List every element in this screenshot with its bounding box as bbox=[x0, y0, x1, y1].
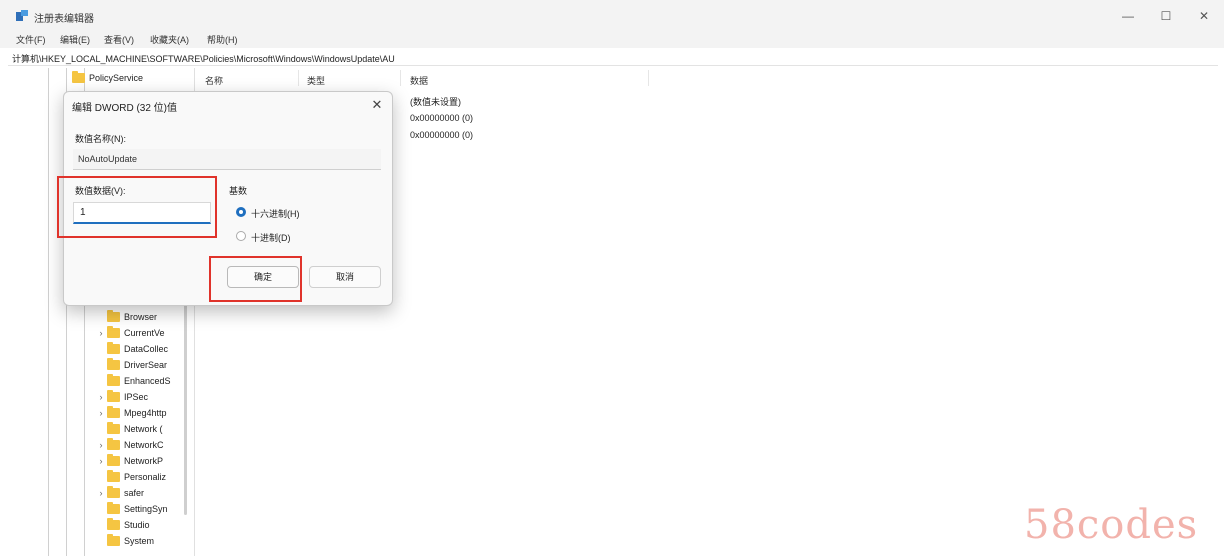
menu-view[interactable]: 查看(V) bbox=[104, 33, 134, 46]
chevron-right-icon[interactable]: › bbox=[97, 488, 105, 498]
folder-icon bbox=[107, 454, 120, 466]
folder-icon bbox=[107, 326, 120, 338]
folder-icon bbox=[107, 534, 120, 546]
tree-item[interactable]: Studio bbox=[97, 517, 171, 533]
folder-icon bbox=[107, 342, 120, 354]
base-group-label: 基数 bbox=[229, 186, 248, 196]
tree-item[interactable]: › NetworkP bbox=[97, 453, 171, 469]
menu-favorites[interactable]: 收藏夹(A) bbox=[150, 33, 189, 46]
tree-item[interactable]: SettingSyn bbox=[97, 501, 171, 517]
folder-icon bbox=[107, 422, 120, 434]
folder-icon bbox=[107, 406, 120, 418]
tree-item-label: DriverSear bbox=[124, 360, 168, 370]
tree-item-label: System bbox=[124, 536, 155, 546]
column-separator[interactable] bbox=[400, 70, 401, 86]
tree-item-policyservice[interactable]: PolicyService bbox=[62, 70, 143, 86]
folder-icon bbox=[107, 502, 120, 514]
folder-icon bbox=[107, 358, 120, 370]
column-separator[interactable] bbox=[298, 70, 299, 86]
menu-help[interactable]: 帮助(H) bbox=[207, 33, 238, 46]
tree-item[interactable]: › IPSec bbox=[97, 389, 171, 405]
radio-hexadecimal-label[interactable]: 十六进制(H) bbox=[251, 207, 300, 220]
column-header-data[interactable]: 数据 bbox=[410, 74, 428, 87]
tree-item[interactable]: › safer bbox=[97, 485, 171, 501]
tree-item-label: EnhancedS bbox=[124, 376, 171, 386]
radio-decimal-label[interactable]: 十进制(D) bbox=[251, 231, 291, 244]
tree-item-label: CurrentVe bbox=[124, 328, 165, 338]
chevron-right-icon[interactable]: › bbox=[97, 328, 105, 338]
tree-item-label: PolicyService bbox=[89, 73, 144, 83]
tree-item-label: DataCollec bbox=[124, 344, 169, 354]
tree-item-label: Personaliz bbox=[124, 472, 167, 482]
tree-item-label: Mpeg4http bbox=[124, 408, 167, 418]
tree-item[interactable]: DataCollec bbox=[97, 341, 171, 357]
chevron-right-icon[interactable]: › bbox=[97, 456, 105, 466]
minimize-button[interactable]: — bbox=[1118, 8, 1138, 24]
tree-item-label: Studio bbox=[124, 520, 150, 530]
tree-item[interactable]: EnhancedS bbox=[97, 373, 171, 389]
dialog-title: 编辑 DWORD (32 位)值 bbox=[72, 103, 177, 114]
cancel-button[interactable]: 取消 bbox=[309, 266, 381, 288]
tree-item-label: NetworkP bbox=[124, 456, 164, 466]
dialog-close-button[interactable]: ✕ bbox=[368, 96, 386, 114]
address-path[interactable]: 计算机\HKEY_LOCAL_MACHINE\SOFTWARE\Policies… bbox=[12, 52, 395, 65]
tree-item-label: SettingSyn bbox=[124, 504, 168, 514]
tree-item-label: safer bbox=[124, 488, 145, 498]
highlight-value-box bbox=[57, 176, 217, 238]
folder-icon bbox=[107, 374, 120, 386]
tree-scrollbar[interactable] bbox=[184, 300, 187, 515]
title-bar bbox=[0, 0, 1224, 30]
column-header-name[interactable]: 名称 bbox=[205, 74, 223, 87]
folder-icon bbox=[107, 470, 120, 482]
folder-icon bbox=[107, 390, 120, 402]
radio-hexadecimal[interactable] bbox=[236, 207, 246, 217]
chevron-right-icon[interactable]: › bbox=[97, 408, 105, 418]
tree-item-label: Network ( bbox=[124, 424, 163, 434]
folder-icon bbox=[107, 310, 120, 322]
registry-editor-icon bbox=[16, 10, 28, 21]
tree-item-label: NetworkC bbox=[124, 440, 164, 450]
column-header-type[interactable]: 类型 bbox=[307, 74, 325, 87]
chevron-right-icon[interactable]: › bbox=[97, 392, 105, 402]
window-title: 注册表编辑器 bbox=[34, 14, 94, 25]
tree-item[interactable]: Browser bbox=[97, 309, 171, 325]
value-row-data[interactable]: 0x00000000 (0) bbox=[410, 130, 473, 140]
folder-icon bbox=[107, 518, 120, 530]
maximize-button[interactable]: ☐ bbox=[1156, 8, 1176, 24]
chevron-right-icon[interactable]: › bbox=[97, 440, 105, 450]
tree-item-label: IPSec bbox=[124, 392, 149, 402]
tree-item[interactable]: DriverSear bbox=[97, 357, 171, 373]
highlight-ok-box bbox=[209, 256, 302, 302]
column-separator[interactable] bbox=[648, 70, 649, 86]
menu-edit[interactable]: 编辑(E) bbox=[60, 33, 90, 46]
radio-decimal[interactable] bbox=[236, 231, 246, 241]
tree-list: Browser › CurrentVe DataCollec DriverSear… bbox=[97, 309, 171, 549]
tree-item[interactable]: Network ( bbox=[97, 421, 171, 437]
value-name-label: 数值名称(N): bbox=[75, 134, 126, 144]
menu-file[interactable]: 文件(F) bbox=[16, 33, 46, 46]
watermark: 58codes bbox=[1024, 502, 1199, 548]
tree-item[interactable]: › Mpeg4http bbox=[97, 405, 171, 421]
tree-item[interactable]: Personaliz bbox=[97, 469, 171, 485]
folder-icon bbox=[107, 438, 120, 450]
tree-guide-line bbox=[48, 68, 49, 556]
folder-icon bbox=[72, 71, 85, 83]
close-button[interactable]: ✕ bbox=[1194, 8, 1214, 24]
tree-item[interactable]: System bbox=[97, 533, 171, 549]
folder-icon bbox=[107, 486, 120, 498]
value-row-data[interactable]: (数值未设置) bbox=[410, 95, 461, 108]
tree-item[interactable]: › NetworkC bbox=[97, 437, 171, 453]
value-row-data[interactable]: 0x00000000 (0) bbox=[410, 113, 473, 123]
tree-item[interactable]: › CurrentVe bbox=[97, 325, 171, 341]
value-name-text: NoAutoUpdate bbox=[78, 154, 138, 164]
tree-item-label: Browser bbox=[124, 312, 158, 322]
